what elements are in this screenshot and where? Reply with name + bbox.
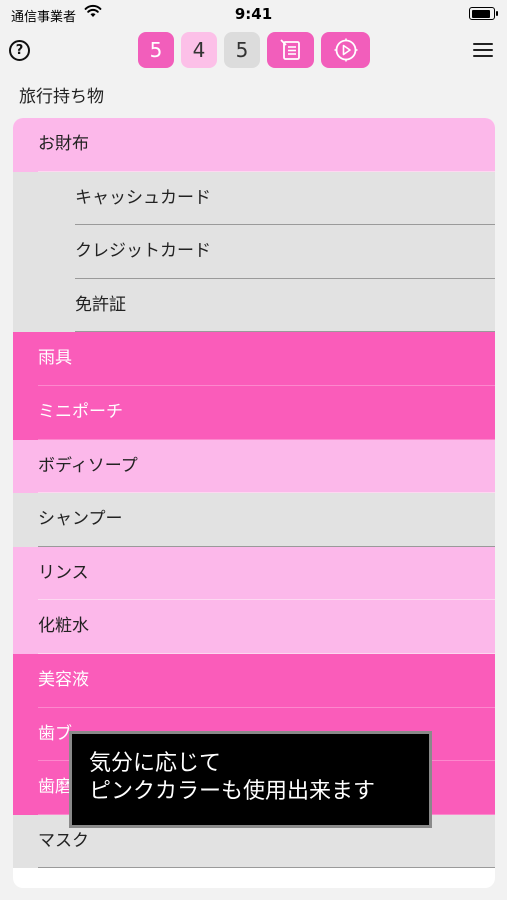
battery-level xyxy=(471,9,490,18)
toast-line-2: ピンクカラーも使用出来ます xyxy=(89,779,376,804)
list-item-label: 歯磨 xyxy=(38,777,72,798)
list-item[interactable]: ボディソープ xyxy=(13,439,495,494)
list-item-label: リンス xyxy=(38,562,89,583)
row-divider xyxy=(38,867,495,869)
list-item-label: キャッシュカード xyxy=(75,187,211,208)
list-item[interactable]: 雨具 xyxy=(13,332,495,386)
list-item-label: 歯ブ xyxy=(38,723,72,744)
list-item-label: 美容液 xyxy=(38,669,89,690)
list-item-label: ボディソープ xyxy=(38,455,138,476)
list-item-label: 化粧水 xyxy=(38,616,89,637)
play-button[interactable] xyxy=(321,32,370,68)
toast-line-1: 気分に応じて xyxy=(89,751,222,776)
count-button-1[interactable]: 5 xyxy=(138,32,174,68)
list-item-label: お財布 xyxy=(38,134,89,154)
list-item[interactable]: リンス xyxy=(13,546,495,601)
list-item-label: 免許証 xyxy=(75,294,126,315)
help-button[interactable]: ? xyxy=(9,40,30,61)
count-button-3[interactable]: 5 xyxy=(224,32,260,68)
list-item[interactable]: お財布 xyxy=(13,118,495,172)
menu-button[interactable] xyxy=(473,43,493,57)
list-item[interactable]: 美容液 xyxy=(13,653,495,708)
list-item-label: シャンプー xyxy=(38,509,123,530)
list-item[interactable]: シャンプー xyxy=(13,493,495,547)
list-view-button[interactable] xyxy=(267,32,314,68)
battery-icon xyxy=(469,7,498,20)
status-bar: 通信事業者 9:41 xyxy=(0,0,507,28)
count-button-2[interactable]: 4 xyxy=(181,32,217,68)
list-item[interactable]: 化粧水 xyxy=(13,600,495,654)
list-item-label: ミニポーチ xyxy=(38,401,123,422)
list-item-label: 雨具 xyxy=(38,348,72,369)
list-item-label: クレジットカード xyxy=(75,241,211,262)
menu-icon xyxy=(473,43,493,45)
list-title: 旅行持ち物 xyxy=(19,87,104,107)
toolbar: ? 5 4 5 xyxy=(0,30,507,70)
list-item[interactable]: 免許証 xyxy=(13,278,495,333)
toast-message: 気分に応じて ピンクカラーも使用出来ます xyxy=(69,731,432,828)
list-item[interactable]: キャッシュカード xyxy=(13,171,495,226)
list-item[interactable]: ミニポーチ xyxy=(13,385,495,440)
status-time: 9:41 xyxy=(234,5,273,23)
list-item[interactable]: クレジットカード xyxy=(13,225,495,279)
